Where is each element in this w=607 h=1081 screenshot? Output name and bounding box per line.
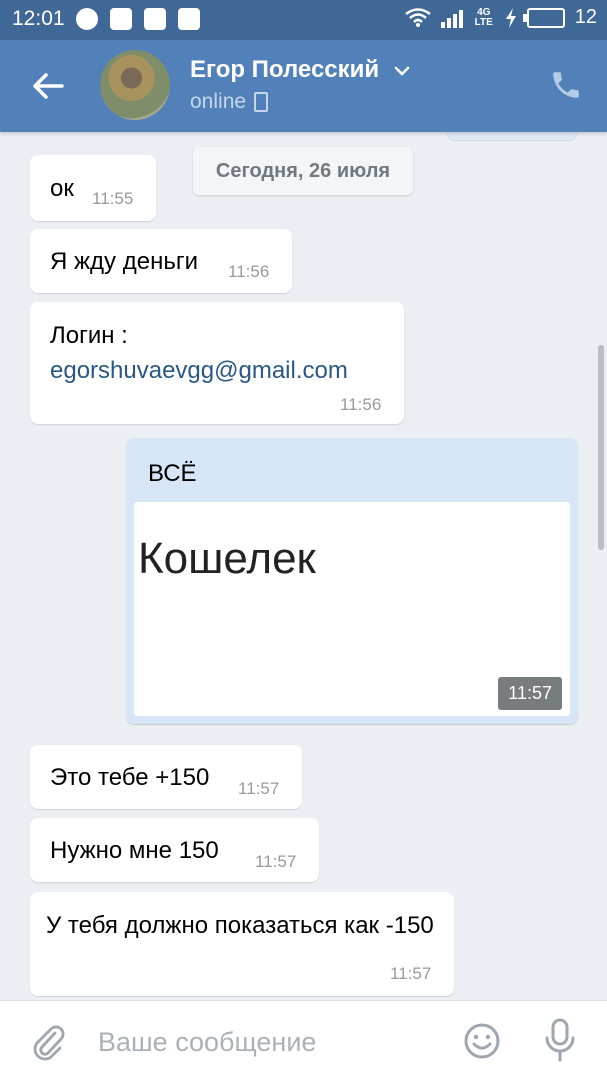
- message-time: 11:55: [92, 189, 134, 208]
- scrollbar[interactable]: [598, 345, 604, 550]
- sd-card-icon: [178, 8, 200, 30]
- emoji-icon[interactable]: [462, 1021, 502, 1061]
- message-bubble[interactable]: Я жду деньги 11:56: [30, 229, 292, 293]
- message-time: 11:57: [255, 852, 297, 871]
- avatar[interactable]: [100, 50, 170, 120]
- phone-call-icon[interactable]: [549, 68, 583, 102]
- wifi-icon: [405, 7, 431, 27]
- online-status: online: [190, 90, 247, 113]
- outgoing-message-bubble[interactable]: ВСЁ Кошелек 11:57: [126, 438, 578, 724]
- message-time: 11:57: [498, 677, 562, 710]
- message-time: 11:56: [228, 262, 270, 281]
- contact-name: Егор Полесский: [190, 56, 380, 83]
- message-notification-icon: [76, 8, 98, 30]
- battery-icon: [522, 7, 565, 28]
- message-text: Это тебе +150: [50, 764, 210, 791]
- status-bar: 12:01 4G LTE 12: [0, 0, 607, 40]
- chevron-down-icon: [394, 66, 410, 76]
- message-bubble[interactable]: У тебя должно показаться как -150 11:57: [30, 892, 454, 996]
- date-separator: Сегодня, 26 июля: [193, 147, 413, 195]
- attachment-text: Кошелек: [138, 534, 316, 583]
- gallery-notification-icon: [144, 8, 166, 30]
- message-input[interactable]: [96, 1023, 430, 1061]
- message-bubble[interactable]: ок 11:55: [30, 155, 156, 221]
- email-link[interactable]: egorshuvaevgg@gmail.com: [50, 357, 348, 385]
- image-attachment[interactable]: Кошелек 11:57: [134, 502, 570, 716]
- charging-icon: [505, 7, 516, 28]
- network-type: 4G LTE: [474, 6, 493, 28]
- message-text: ВСЁ: [148, 460, 197, 487]
- message-time: 11:57: [238, 779, 280, 798]
- message-text: ок: [50, 175, 74, 202]
- contact-name-block[interactable]: Егор Полесский: [190, 56, 410, 84]
- battery-level: 12: [574, 6, 597, 28]
- signal-icon: [440, 8, 463, 28]
- message-text: Я жду деньги: [50, 248, 198, 275]
- back-arrow-icon[interactable]: [30, 68, 66, 104]
- status-time: 12:01: [12, 7, 65, 30]
- attach-icon[interactable]: [28, 1021, 68, 1061]
- message-text: Логин :: [50, 322, 128, 349]
- contact-status: online: [190, 90, 269, 114]
- message-text: Нужно мне 150: [50, 837, 219, 864]
- message-time: 11:57: [390, 964, 432, 983]
- message-bubble[interactable]: Логин : egorshuvaevgg@gmail.com 11:56: [30, 302, 404, 424]
- vk-notification-icon: [110, 8, 132, 30]
- message-bubble[interactable]: Это тебе +150 11:57: [30, 745, 302, 809]
- message-bubble[interactable]: Нужно мне 150 11:57: [30, 818, 319, 882]
- message-time: 11:56: [340, 395, 382, 414]
- chat-header: Егор Полесский online: [0, 40, 607, 132]
- message-text: У тебя должно показаться как -150: [46, 912, 434, 939]
- message-composer: [0, 1000, 607, 1081]
- mobile-device-icon: [254, 92, 269, 112]
- microphone-icon[interactable]: [540, 1017, 580, 1063]
